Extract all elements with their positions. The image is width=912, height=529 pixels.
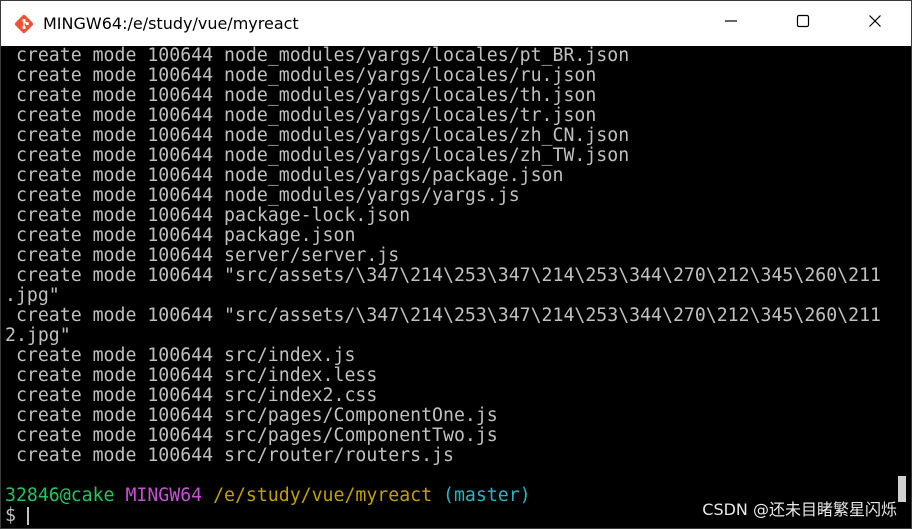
close-icon <box>868 14 882 33</box>
minimize-icon <box>724 14 738 33</box>
close-button[interactable] <box>839 1 911 46</box>
terminal-output[interactable]: create mode 100644 node_modules/yargs/lo… <box>1 46 891 528</box>
minimize-button[interactable] <box>695 1 767 46</box>
prompt-user-host: 32846@cake <box>5 485 115 506</box>
terminal-line: create mode 100644 node_modules/yargs/ya… <box>5 185 520 206</box>
csdn-watermark: CSDN @还未目睹繁星闪烁 <box>702 500 897 519</box>
text-cursor <box>26 507 29 525</box>
terminal-line: create mode 100644 package.json <box>5 225 356 246</box>
command-input-line[interactable]: $ <box>5 506 29 526</box>
terminal-line: create mode 100644 node_modules/yargs/lo… <box>5 85 597 106</box>
terminal-line: create mode 100644 package-lock.json <box>5 205 411 226</box>
prompt-system: MINGW64 <box>125 485 203 506</box>
window-title: MINGW64:/e/study/vue/myreact <box>43 14 299 33</box>
title-bar[interactable]: MINGW64:/e/study/vue/myreact <box>1 1 911 46</box>
terminal-line: 2.jpg" <box>5 325 71 346</box>
shell-prompt: 32846@cake MINGW64 /e/study/vue/myreact … <box>5 486 531 506</box>
terminal-line: create mode 100644 node_modules/yargs/lo… <box>5 46 630 66</box>
terminal-line: create mode 100644 src/pages/ComponentOn… <box>5 405 498 426</box>
git-diamond-icon <box>14 14 34 34</box>
terminal-line: .jpg" <box>5 285 60 306</box>
terminal-line: create mode 100644 server/server.js <box>5 245 400 266</box>
terminal-line: create mode 100644 src/pages/ComponentTw… <box>5 425 498 446</box>
prompt-path: /e/study/vue/myreact <box>213 485 433 506</box>
maximize-button[interactable] <box>767 1 839 46</box>
terminal-line: create mode 100644 node_modules/yargs/pa… <box>5 165 564 186</box>
terminal-line: create mode 100644 src/index.less <box>5 365 378 386</box>
prompt-branch: (master) <box>443 485 531 506</box>
terminal-line: create mode 100644 node_modules/yargs/lo… <box>5 65 597 86</box>
terminal-line: create mode 100644 "src/assets/\347\214\… <box>5 305 881 326</box>
terminal-line: create mode 100644 src/index2.css <box>5 385 378 406</box>
scrollbar-thumb[interactable] <box>898 476 906 502</box>
terminal-line: create mode 100644 src/index.js <box>5 345 356 366</box>
terminal-line: create mode 100644 "src/assets/\347\214\… <box>5 265 881 286</box>
maximize-icon <box>796 14 810 33</box>
window-controls <box>695 1 911 46</box>
input-symbol: $ <box>5 505 16 526</box>
terminal-line: create mode 100644 node_modules/yargs/lo… <box>5 105 597 126</box>
output-lines: create mode 100644 node_modules/yargs/lo… <box>5 46 881 486</box>
terminal-line: create mode 100644 node_modules/yargs/lo… <box>5 145 630 166</box>
terminal-line: create mode 100644 src/router/routers.js <box>5 445 454 466</box>
terminal-line: create mode 100644 node_modules/yargs/lo… <box>5 125 630 146</box>
terminal-window: MINGW64:/e/study/vue/myreact create mode… <box>0 0 912 529</box>
vertical-scrollbar[interactable] <box>891 46 911 528</box>
